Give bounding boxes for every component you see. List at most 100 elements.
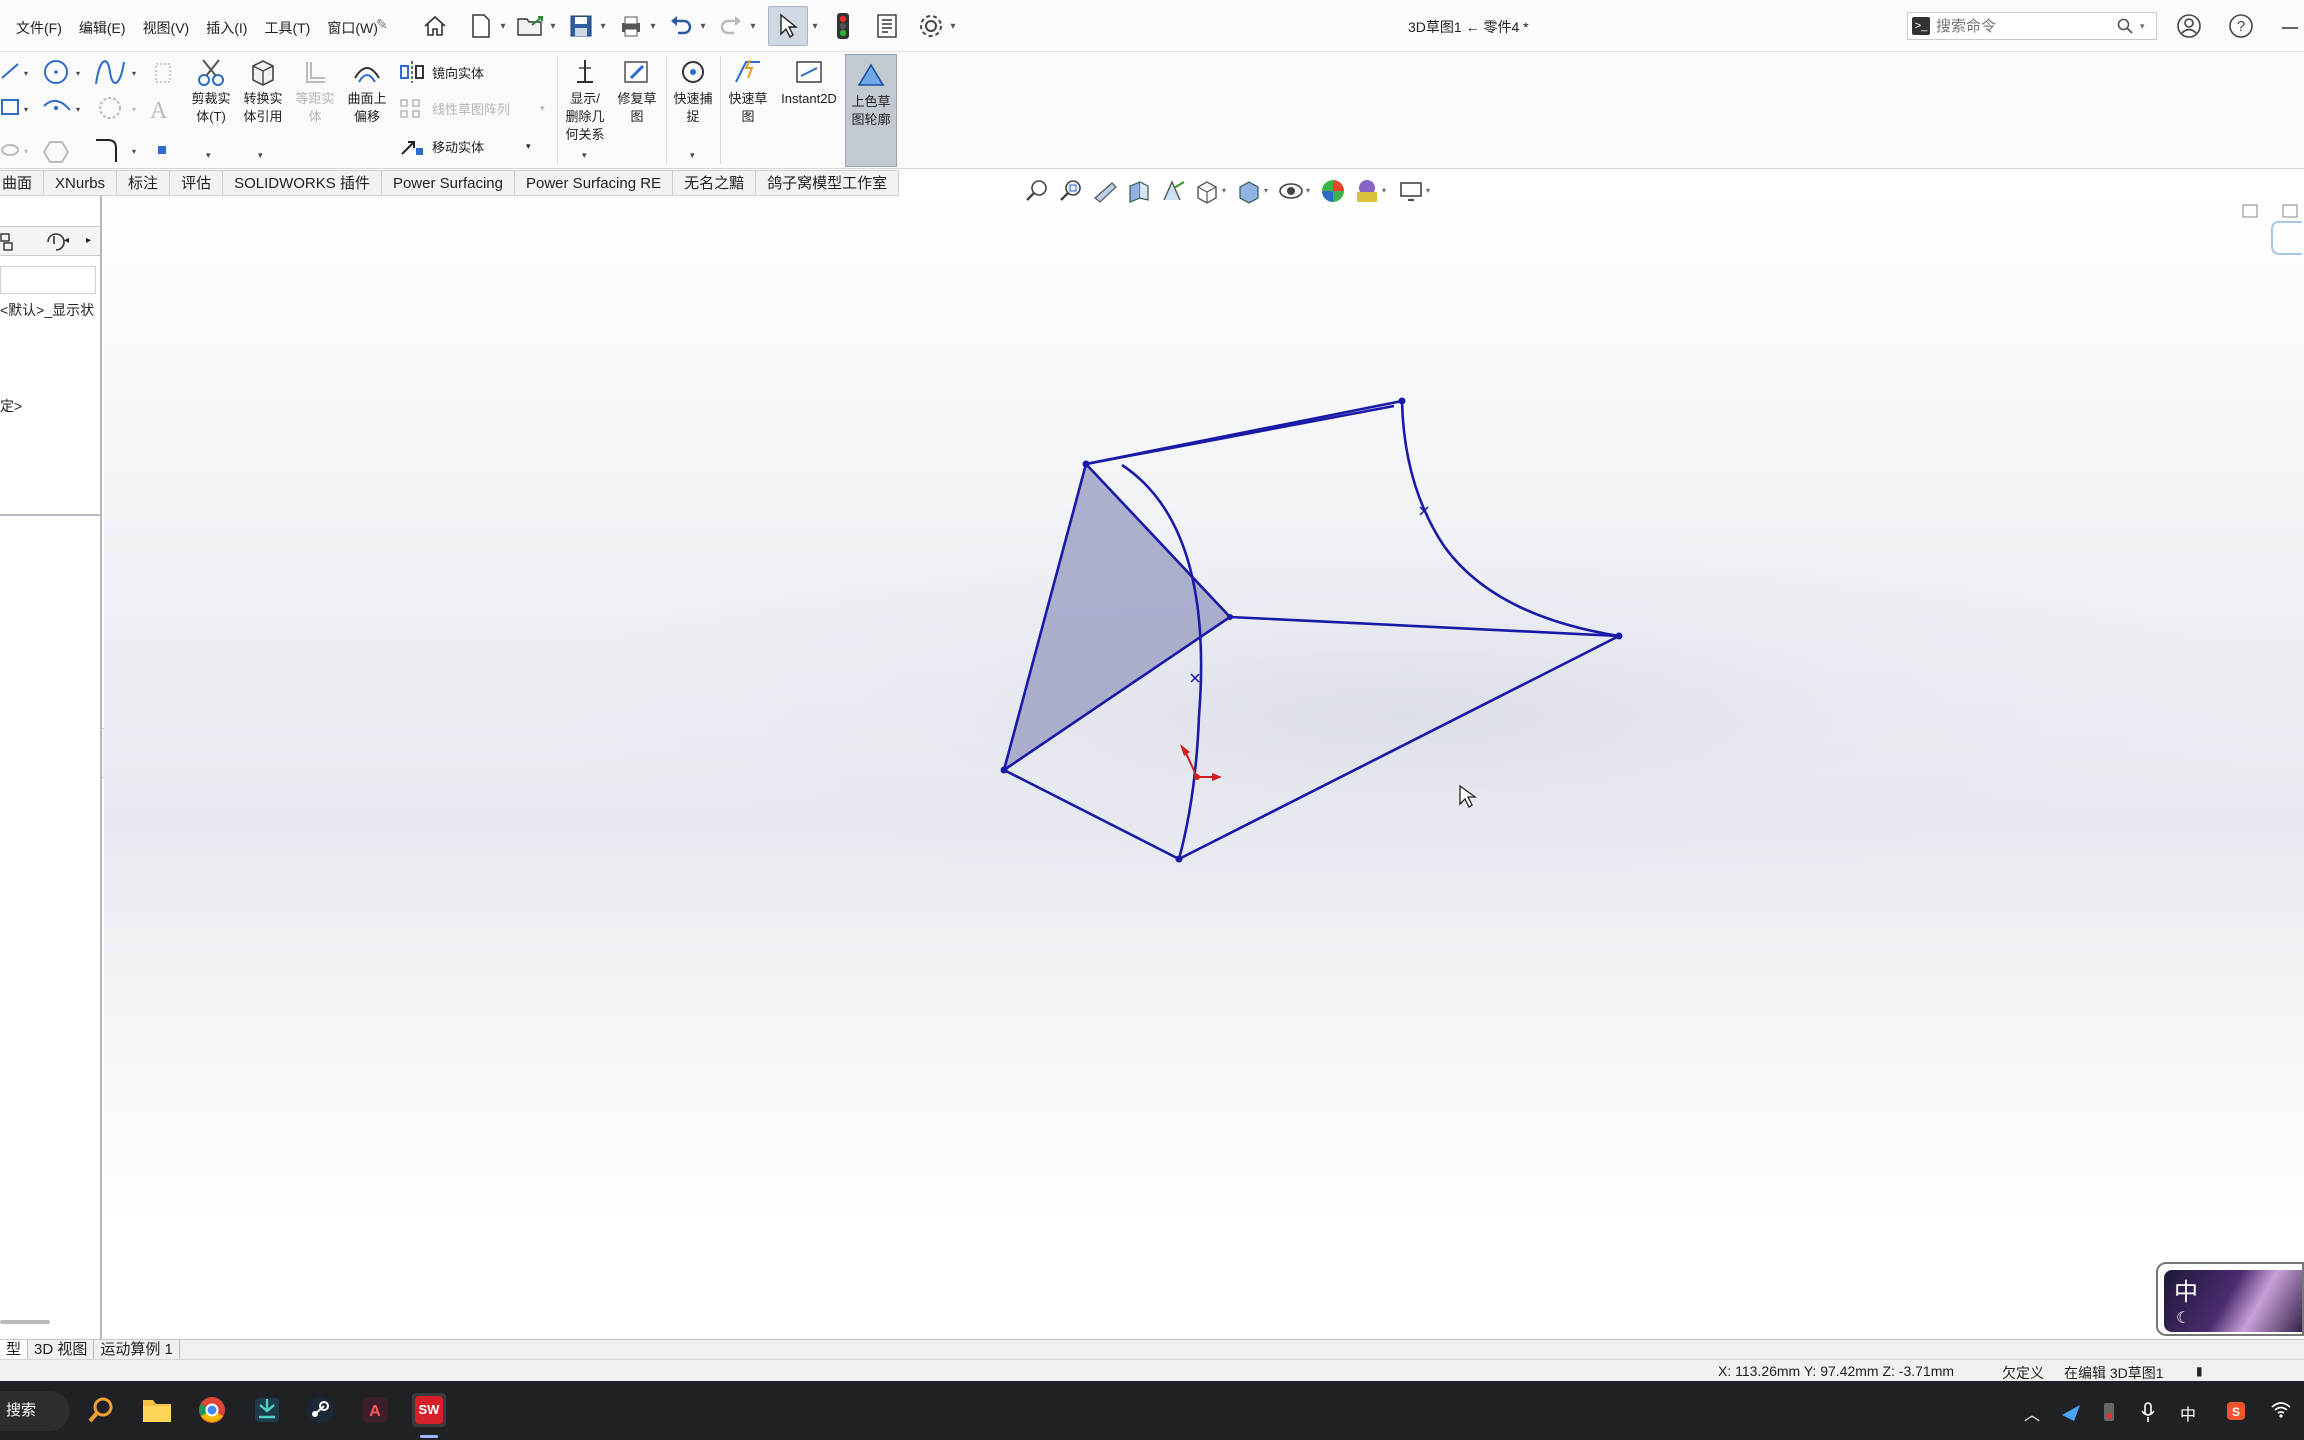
window-split-icons[interactable] [2241,202,2301,222]
3d-sketch-canvas[interactable] [104,196,2304,1339]
sketch-line-bottom-right[interactable] [1178,634,1620,861]
task-pane-tab-icon[interactable] [2268,220,2304,256]
chevron-down-icon[interactable]: ▾ [526,141,531,152]
microphone-icon[interactable] [2140,1401,2156,1428]
move-entities-button[interactable]: 移动实体 ▾ [398,134,531,158]
help-icon[interactable]: ? [2227,12,2255,40]
zoom-to-area-icon[interactable] [1054,176,1088,206]
tray-security-icon[interactable] [2100,1401,2118,1428]
rebuild-traffic-light-icon[interactable] [828,11,858,41]
sketch-line-bottom-left[interactable] [1003,768,1180,861]
tab-gezi-studio[interactable]: 鸽子窝模型工作室 [756,170,900,196]
print-icon[interactable] [616,11,646,41]
instant2d-button[interactable]: Instant2D [776,56,842,108]
tray-chevron-up-icon[interactable]: ︿ [2024,1401,2040,1425]
display-delete-relations-button[interactable]: 显示/ 删除几 何关系 [560,56,610,144]
edit-appearance-icon[interactable] [1316,176,1350,206]
chevron-down-icon[interactable]: ▾ [646,21,660,32]
ime-indicator[interactable]: 中 [2180,1401,2196,1425]
sketch-line-middle[interactable] [1229,615,1620,638]
tree-rollback-bar[interactable] [0,514,100,516]
menu-tools[interactable]: 工具(T) [264,18,310,38]
hide-show-items-icon[interactable]: ▾ [1274,176,1310,206]
tree-filter-box[interactable] [0,266,96,294]
previous-view-icon[interactable] [1088,176,1122,206]
chevron-down-icon[interactable]: ▾ [808,21,822,32]
horizontal-scrollbar[interactable] [0,1320,50,1324]
download-app-icon[interactable] [250,1393,284,1427]
mirror-entities-button[interactable]: 镜向实体 [398,60,484,84]
app-a-icon[interactable]: A [358,1393,392,1427]
dynamic-annotation-icon[interactable] [1156,176,1190,206]
rapid-sketch-button[interactable]: 快速草 图 [723,56,773,126]
wifi-icon[interactable] [2270,1401,2292,1424]
tab-evaluate[interactable]: 评估 [170,170,224,196]
offset-on-surface-button[interactable]: 曲面上 偏移 [342,56,392,126]
chevron-down-icon[interactable]: ▾ [496,21,510,32]
section-view-icon[interactable] [1122,176,1156,206]
gear-icon[interactable] [916,11,946,41]
menu-window[interactable]: 窗口(W) [327,18,378,38]
save-icon[interactable] [566,11,596,41]
view-orientation-icon[interactable]: ▾ [1190,176,1226,206]
tab-dimensions[interactable]: 标注 [117,170,171,196]
chevron-down-icon[interactable]: ▾ [582,150,587,161]
tab-power-surfacing[interactable]: Power Surfacing [381,170,515,196]
menu-file[interactable]: 文件(F) [16,18,62,38]
home-icon[interactable] [420,11,450,41]
tab-model[interactable]: 型 [0,1340,29,1359]
tab-wumingzhian[interactable]: 无名之黯 [673,170,757,196]
chevron-down-icon[interactable]: ▾ [2140,21,2145,32]
user-account-icon[interactable] [2175,12,2203,40]
tab-power-surfacing-re[interactable]: Power Surfacing RE [515,170,674,196]
chevron-down-icon[interactable]: ▾ [596,21,610,32]
feature-tree-icon[interactable] [0,232,18,252]
pin-icon[interactable]: ✎ [376,16,388,33]
tab-solidworks-addins[interactable]: SOLIDWORKS 插件 [223,170,382,196]
sketch-line-top-inner[interactable] [1085,404,1395,466]
file-explorer-icon[interactable] [140,1393,174,1427]
chevron-down-icon[interactable]: ▾ [546,21,560,32]
sogou-ime-icon[interactable]: S [2226,1401,2246,1426]
chevron-down-icon[interactable]: ▾ [258,150,263,161]
view-settings-icon[interactable]: ▾ [1394,176,1430,206]
solidworks-taskbar-icon[interactable]: SW [412,1393,446,1427]
chevron-right-icon[interactable]: ▸ [86,235,91,246]
ime-floating-widget[interactable]: 中 ☾ [2156,1262,2304,1336]
trim-entities-button[interactable]: 剪裁实 体(T) [186,56,236,126]
quick-snaps-button[interactable]: 快速捕 捉 [668,56,718,126]
steam-icon[interactable] [303,1393,337,1427]
tree-undefined-label[interactable]: 定> [0,396,22,416]
chevron-down-icon[interactable]: ▾ [696,21,710,32]
tab-motion-study-1[interactable]: 运动算例 1 [94,1340,180,1359]
menu-view[interactable]: 视图(V) [143,18,190,38]
file-properties-icon[interactable] [872,11,902,41]
chevron-down-icon[interactable]: ▾ [946,21,960,32]
search-icon[interactable] [84,1393,118,1427]
tree-config-label[interactable]: <默认>_显示状 [0,300,94,320]
tab-3d-views[interactable]: 3D 视图 [28,1340,95,1359]
apply-scene-icon[interactable]: ▾ [1350,176,1386,206]
menu-insert[interactable]: 插入(I) [206,18,247,38]
repair-sketch-button[interactable]: 修复草 图 [612,56,662,126]
search-icon[interactable] [2116,17,2134,35]
minimize-icon[interactable] [2280,14,2300,42]
shaded-sketch-contours-button[interactable]: 上色草 图轮廓 [845,54,897,167]
menu-edit[interactable]: 编辑(E) [79,18,126,38]
sketch-tools-icons[interactable]: ▾ ▾ ▾ ▾ ▾ ▾ A ▾ ▾ [0,56,180,164]
tab-surfaces[interactable]: 曲面 [0,170,45,196]
tray-app-icon[interactable] [2060,1401,2082,1428]
tab-xnurbs[interactable]: XNurbs [44,170,118,196]
chevron-down-icon[interactable]: ▾ [206,150,211,161]
taskbar-search[interactable]: 搜索 [0,1391,70,1431]
convert-entities-button[interactable]: 转换实 体引用 [238,56,288,126]
undo-icon[interactable] [666,11,696,41]
zoom-to-fit-icon[interactable] [1020,176,1054,206]
chevron-down-icon[interactable]: ▾ [690,150,695,161]
graphics-area[interactable]: Y X Z [104,196,2304,1440]
chevron-left-icon[interactable]: ◂ [64,235,69,246]
select-pointer-icon[interactable] [768,6,808,46]
search-input[interactable] [1936,17,2116,35]
new-document-icon[interactable] [466,11,496,41]
sketch-spline-back[interactable] [1400,400,1620,638]
